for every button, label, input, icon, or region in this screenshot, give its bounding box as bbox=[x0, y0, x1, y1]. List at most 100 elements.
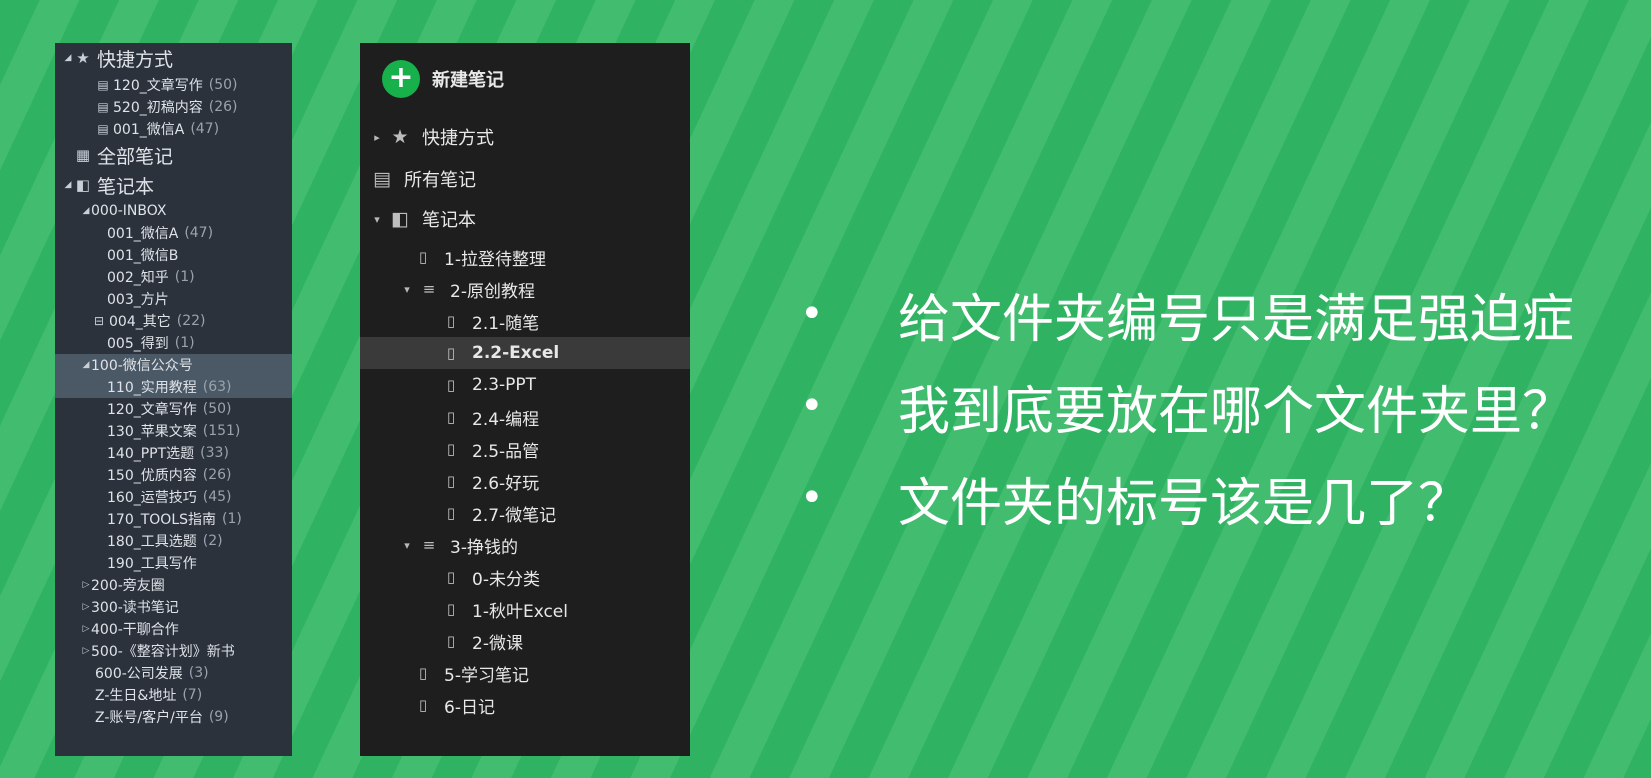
tree-item[interactable]: ▷ 300-读书笔记 bbox=[55, 596, 292, 618]
sidebar-item[interactable]: ▯ 1-拉登待整理 bbox=[360, 241, 690, 273]
tree-item[interactable]: ▷ 500-《整容计划》新书 bbox=[55, 640, 292, 662]
tree-item-label: 004_其它 bbox=[109, 314, 171, 330]
sidebar-item[interactable]: ▯ 2.7-微笔记 bbox=[360, 497, 690, 529]
expand-arrow-icon[interactable]: ▷ bbox=[81, 646, 91, 656]
tree-item[interactable]: 600-公司发展 (3) bbox=[55, 662, 292, 684]
note-count: (22) bbox=[176, 313, 206, 329]
tree-item[interactable]: 120_文章写作 (50) bbox=[55, 398, 292, 420]
tree-item[interactable]: 160_运营技巧 (45) bbox=[55, 486, 292, 508]
tree-item[interactable]: ◢ 000-INBOX bbox=[55, 200, 292, 222]
note-count: (33) bbox=[200, 445, 229, 461]
sidebar-item[interactable]: ▯ 2.2-Excel bbox=[360, 337, 690, 369]
tree-item-label: 001_微信A bbox=[113, 122, 185, 138]
note-count: (151) bbox=[202, 423, 241, 439]
all-notes-icon: ▤ bbox=[373, 168, 391, 190]
collapse-arrow-icon[interactable]: ▾ bbox=[370, 213, 384, 226]
tree-item[interactable]: 150_优质内容 (26) bbox=[55, 464, 292, 486]
sidebar-item[interactable]: ▯ 2.6-好玩 bbox=[360, 465, 690, 497]
collapse-arrow-icon[interactable]: ◢ bbox=[81, 206, 91, 216]
tree-item-label: 001_微信B bbox=[107, 248, 179, 264]
tree-item[interactable]: ▦ 全部笔记 bbox=[55, 140, 292, 170]
bullet-item: • 文件夹的标号该是几了？ bbox=[800, 452, 1650, 544]
sidebar-item[interactable]: ▸ ★ 快捷方式 bbox=[360, 117, 690, 157]
sidebar-item-label: 1-拉登待整理 bbox=[444, 249, 546, 270]
tree-item[interactable]: 190_工具写作 bbox=[55, 552, 292, 574]
notebook-sidebar-panel: + 新建笔记 ▸ ★ 快捷方式 ▤ 所有笔记 ▾ ◧ 笔记本 ▯ 1-拉登待整理 ▾ ≡ 2-原创教程 ▯… bbox=[360, 43, 690, 756]
tree-item[interactable]: Z-生日&地址 (7) bbox=[55, 684, 292, 706]
expand-arrow-icon[interactable]: ▷ bbox=[81, 624, 91, 634]
tree-item-label: 600-公司发展 bbox=[95, 666, 183, 682]
tree-item[interactable]: 130_苹果文案 (151) bbox=[55, 420, 292, 442]
sidebar-item-label: 2-微课 bbox=[472, 633, 523, 654]
tree-item-label: 100-微信公众号 bbox=[91, 358, 193, 374]
notebook-icon: ▯ bbox=[418, 664, 428, 682]
tree-item[interactable]: ▤ 120_文章写作 (50) bbox=[55, 74, 292, 96]
sidebar-item[interactable]: ▯ 5-学习笔记 bbox=[360, 657, 690, 689]
tree-item[interactable]: 003_方片 bbox=[55, 288, 292, 310]
sidebar-item[interactable]: ▯ 2-微课 bbox=[360, 625, 690, 657]
tree-item[interactable]: Z-账号/客户/平台 (9) bbox=[55, 706, 292, 728]
tree-item-label: 300-读书笔记 bbox=[91, 600, 179, 616]
sidebar-item[interactable]: ▾ ≡ 2-原创教程 bbox=[360, 273, 690, 305]
notebook-icon: ▯ bbox=[446, 376, 456, 394]
sidebar-item-label: 2.3-PPT bbox=[472, 375, 537, 395]
tree-item-label: 005_得到 bbox=[107, 336, 169, 352]
sidebar-item[interactable]: ▯ 6-日记 bbox=[360, 689, 690, 721]
tree-item-label: Z-账号/客户/平台 bbox=[95, 710, 203, 726]
note-count: (45) bbox=[202, 489, 232, 505]
tree-item[interactable]: ◢ 100-微信公众号 bbox=[55, 354, 292, 376]
collapse-arrow-icon[interactable]: ◢ bbox=[63, 53, 73, 63]
tree-item[interactable]: ⊟ 004_其它 (22) bbox=[55, 310, 292, 332]
notebook-icon: ▯ bbox=[446, 312, 456, 330]
tree-item[interactable]: 002_知乎 (1) bbox=[55, 266, 292, 288]
sidebar-item[interactable]: ▯ 2.5-品管 bbox=[360, 433, 690, 465]
tree-item[interactable]: 140_PPT选题 (33) bbox=[55, 442, 292, 464]
sidebar-item[interactable]: ▯ 2.4-编程 bbox=[360, 401, 690, 433]
sidebar-item[interactable]: ▯ 2.3-PPT bbox=[360, 369, 690, 401]
tree-item[interactable]: ▤ 001_微信A (47) bbox=[55, 118, 292, 140]
tree-item[interactable]: 180_工具选题 (2) bbox=[55, 530, 292, 552]
bullet-marker: • bbox=[800, 475, 824, 521]
tree-item[interactable]: ▤ 520_初稿内容 (26) bbox=[55, 96, 292, 118]
tree-item[interactable]: ▷ 400-干聊合作 bbox=[55, 618, 292, 640]
bullet-list: • 给文件夹编号只是满足强迫症 • 我到底要放在哪个文件夹里？ • 文件夹的标号… bbox=[800, 268, 1650, 544]
tree-item[interactable]: 005_得到 (1) bbox=[55, 332, 292, 354]
tree-item[interactable]: 170_TOOLS指南 (1) bbox=[55, 508, 292, 530]
collapse-arrow-icon[interactable]: ▾ bbox=[400, 283, 414, 296]
tree-item[interactable]: 001_微信A (47) bbox=[55, 222, 292, 244]
tree-item-label: 001_微信A bbox=[107, 226, 179, 242]
tree-item[interactable]: 110_实用教程 (63) bbox=[55, 376, 292, 398]
tree-item-label: 130_苹果文案 bbox=[107, 424, 197, 440]
sidebar-item[interactable]: ▾ ≡ 3-挣钱的 bbox=[360, 529, 690, 561]
tree-item-label: 110_实用教程 bbox=[107, 380, 197, 396]
sidebar-item-label: 2.4-编程 bbox=[472, 409, 540, 430]
note-count: (47) bbox=[190, 121, 220, 137]
expand-arrow-icon[interactable]: ▸ bbox=[370, 131, 384, 144]
new-note-button[interactable]: + 新建笔记 bbox=[382, 60, 504, 98]
sidebar-item-label: 2.7-微笔记 bbox=[472, 505, 557, 526]
sidebar-item-label: 2.6-好玩 bbox=[472, 473, 540, 494]
sidebar-item[interactable]: ▯ 2.1-随笔 bbox=[360, 305, 690, 337]
tree-item[interactable]: ◢ ◧ 笔记本 bbox=[55, 170, 292, 200]
sidebar-item-label: 6-日记 bbox=[444, 697, 495, 718]
collapse-arrow-icon[interactable]: ◢ bbox=[81, 360, 91, 370]
tree-item-label: 140_PPT选题 bbox=[107, 446, 195, 462]
tree-item-label: 160_运营技巧 bbox=[107, 490, 197, 506]
collapse-arrow-icon[interactable]: ▾ bbox=[400, 539, 414, 552]
tree-item-label: 150_优质内容 bbox=[107, 468, 197, 484]
expand-arrow-icon[interactable]: ▷ bbox=[81, 602, 91, 612]
star-icon: ★ bbox=[76, 49, 90, 67]
tree-item[interactable]: ▷ 200-旁友圈 bbox=[55, 574, 292, 596]
expand-arrow-icon[interactable]: ▷ bbox=[81, 580, 91, 590]
collapse-arrow-icon[interactable]: ◢ bbox=[63, 180, 73, 190]
bullet-marker: • bbox=[800, 383, 824, 429]
plus-icon: + bbox=[382, 60, 420, 98]
sidebar-item-label: 2-原创教程 bbox=[450, 281, 535, 302]
sidebar-item[interactable]: ▤ 所有笔记 bbox=[360, 159, 690, 199]
tree-item[interactable]: ◢ ★ 快捷方式 bbox=[55, 43, 292, 73]
sidebar-item[interactable]: ▯ 1-秋叶Excel bbox=[360, 593, 690, 625]
sidebar-item[interactable]: ▾ ◧ 笔记本 bbox=[360, 199, 690, 239]
sidebar-item[interactable]: ▯ 0-未分类 bbox=[360, 561, 690, 593]
notebook-icon: ▯ bbox=[446, 344, 456, 362]
tree-item[interactable]: 001_微信B bbox=[55, 244, 292, 266]
